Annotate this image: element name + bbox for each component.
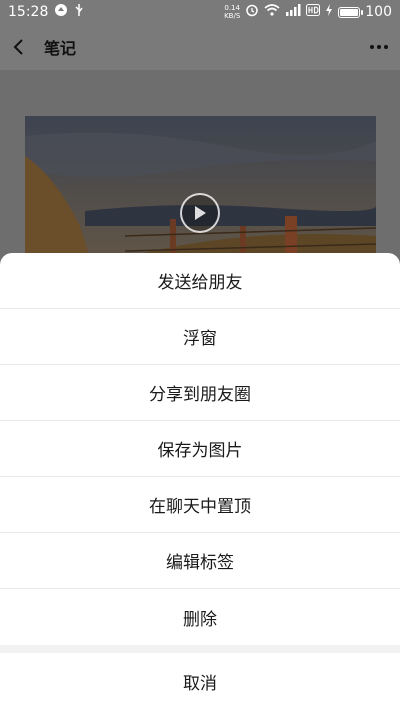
edit-tags-option[interactable]: 编辑标签 [0, 533, 400, 589]
speed-value: 0.14 [224, 4, 240, 12]
play-icon[interactable] [180, 193, 220, 233]
action-sheet: 发送给朋友 浮窗 分享到朋友圈 保存为图片 在聊天中置顶 编辑标签 删除 取消 [0, 253, 400, 711]
status-time: 15:28 [8, 4, 49, 20]
hd-icon [306, 4, 321, 20]
status-bar: 15:28 0.14 KB/S 100 [0, 0, 400, 24]
wifi-icon [264, 4, 280, 20]
speed-unit: KB/S [224, 12, 241, 20]
sheet-divider [0, 645, 400, 653]
network-speed: 0.14 KB/S [224, 4, 240, 20]
delete-option[interactable]: 删除 [0, 589, 400, 645]
usb-icon [74, 3, 84, 21]
charging-icon [325, 4, 333, 20]
page-title: 笔记 [44, 39, 77, 58]
cancel-button[interactable]: 取消 [0, 653, 400, 709]
battery-icon [338, 6, 364, 18]
share-to-moments-option[interactable]: 分享到朋友圈 [0, 365, 400, 421]
more-options-icon[interactable] [370, 45, 388, 49]
battery-percentage: 100 [365, 4, 392, 20]
pin-in-chat-option[interactable]: 在聊天中置顶 [0, 477, 400, 533]
floating-window-option[interactable]: 浮窗 [0, 309, 400, 365]
notification-icon [54, 3, 68, 21]
nav-bar: 笔记 [0, 24, 400, 70]
signal-icon [285, 4, 301, 20]
alarm-icon [245, 3, 259, 21]
save-as-image-option[interactable]: 保存为图片 [0, 421, 400, 477]
battery-fill [340, 8, 359, 16]
send-to-friend-option[interactable]: 发送给朋友 [0, 253, 400, 309]
back-arrow-icon[interactable] [12, 37, 32, 57]
